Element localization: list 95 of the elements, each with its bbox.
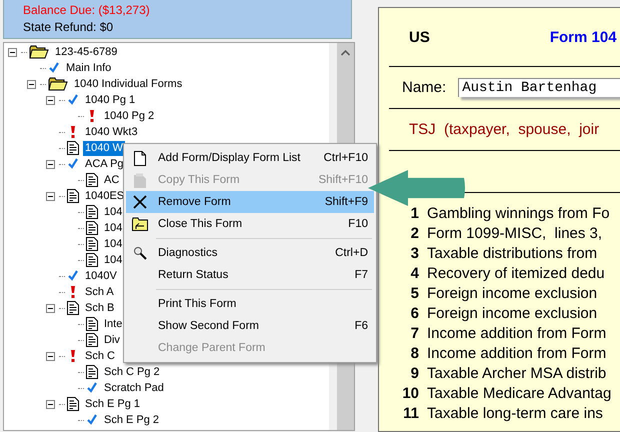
- tree-item[interactable]: 1040 Pg 1: [83, 92, 138, 108]
- line-text: Recovery of itemized dedu: [427, 264, 605, 282]
- tree-item[interactable]: Scratch Pad: [102, 380, 166, 396]
- folder-icon: [29, 45, 49, 59]
- name-label: Name:: [402, 79, 446, 96]
- tree-item[interactable]: Sch C Pg 2: [102, 364, 162, 380]
- line-text: Gambling winnings from Fo: [427, 204, 610, 222]
- tree-item[interactable]: ACA Pg: [83, 156, 126, 172]
- collapse-toggle-icon[interactable]: [46, 400, 55, 408]
- line-text: Taxable Medicare Advantag: [427, 384, 612, 402]
- checkmark-icon: [86, 382, 98, 394]
- tree-item[interactable]: 1040ES: [83, 188, 126, 204]
- line-number: 6: [410, 304, 419, 322]
- document-icon: [86, 205, 98, 219]
- document-icon: [86, 173, 98, 187]
- menu-item[interactable]: Return Status F7: [126, 264, 374, 286]
- line-text: Foreign income exclusion: [427, 284, 598, 302]
- tree-item[interactable]: AC: [102, 172, 122, 188]
- collapse-toggle-icon[interactable]: [46, 192, 55, 200]
- checkmark-icon: [86, 414, 98, 426]
- document-icon: [67, 189, 79, 203]
- checkmark-icon: [67, 270, 79, 282]
- balance-due-text: Balance Due: ($13,273): [23, 2, 150, 19]
- menu-item[interactable]: Diagnostics Ctrl+D: [126, 242, 374, 264]
- collapse-toggle-icon[interactable]: [8, 48, 17, 56]
- name-field[interactable]: Austin Bartenhag: [458, 78, 620, 97]
- tree-item[interactable]: Sch E Pg 1: [83, 396, 142, 412]
- tree-item[interactable]: 104: [102, 252, 124, 268]
- line-text: Taxable distributions from: [427, 244, 598, 262]
- checkmark-icon: [67, 94, 79, 106]
- pointer-arrow-icon: [368, 170, 466, 206]
- page-icon: [134, 150, 146, 166]
- tree-item[interactable]: Inte: [102, 316, 124, 332]
- tree-item[interactable]: 1040V: [83, 268, 119, 284]
- tree-item[interactable]: Sch B: [83, 300, 116, 316]
- document-icon: [86, 333, 98, 347]
- tree-item[interactable]: Div: [102, 332, 122, 348]
- collapse-toggle-icon[interactable]: [46, 352, 55, 360]
- document-icon: [86, 237, 98, 251]
- state-refund-text: State Refund: $0: [23, 19, 114, 36]
- line-number: 2: [410, 224, 419, 242]
- country-label: US: [409, 28, 430, 46]
- line-number: 9: [410, 364, 419, 382]
- menu-item[interactable]: Add Form/Display Form List Ctrl+F10: [126, 147, 374, 169]
- tree-item[interactable]: Sch A: [83, 284, 116, 300]
- tree-item[interactable]: 104: [102, 220, 124, 236]
- checkmark-icon: [48, 62, 60, 74]
- menu-item[interactable]: Print This Form: [126, 293, 374, 315]
- tree-item[interactable]: 104: [102, 204, 124, 220]
- tree-item[interactable]: 123-45-6789: [53, 44, 120, 60]
- tree-item[interactable]: 1040 Wkt3: [83, 124, 140, 140]
- folder-icon: [48, 77, 68, 91]
- menu-item[interactable]: Close This Form F10: [126, 213, 374, 235]
- tree-item[interactable]: Sch E Pg 2: [102, 412, 162, 428]
- tree-item[interactable]: 1040 Pg 2: [102, 108, 156, 124]
- line-number: 10: [401, 384, 419, 402]
- checkmark-icon: [67, 158, 79, 170]
- line-number: 8: [410, 344, 419, 362]
- line-number: 5: [410, 284, 419, 302]
- tree-item[interactable]: Main Info: [64, 60, 114, 76]
- tree-item[interactable]: 1040 Individual Forms: [72, 76, 184, 92]
- tree-item[interactable]: Sch C: [83, 348, 117, 364]
- collapse-toggle-icon[interactable]: [46, 304, 55, 312]
- collapse-toggle-icon[interactable]: [46, 96, 55, 104]
- line-text: Form 1099-MISC, lines 3,: [427, 224, 602, 242]
- folder-arrow-icon: [132, 217, 148, 231]
- tree-item[interactable]: 1040 W: [83, 140, 125, 156]
- line-text: Taxable long-term care ins: [427, 404, 603, 422]
- collapse-toggle-icon[interactable]: [46, 160, 55, 168]
- collapse-toggle-icon[interactable]: [27, 80, 36, 88]
- line-text: Taxable Archer MSA distrib: [427, 364, 606, 382]
- magnifier-icon: [133, 246, 147, 260]
- menu-item[interactable]: Remove Form Shift+F9: [126, 191, 374, 213]
- document-icon: [67, 397, 79, 411]
- copy-icon: [134, 172, 146, 188]
- filer-note: TSJ (taxpayer, spouse, joir: [409, 121, 600, 138]
- document-icon: [86, 317, 98, 331]
- line-number: 7: [410, 324, 419, 342]
- line-text: Income addition from Form: [427, 344, 606, 362]
- close-icon: [133, 195, 147, 209]
- menu-item[interactable]: Show Second Form F6: [126, 315, 374, 337]
- form-title: Form 104: [550, 28, 617, 46]
- line-text: Foreign income exclusion: [427, 304, 598, 322]
- document-icon: [67, 301, 79, 315]
- line-number: 1: [410, 204, 419, 222]
- line-text: Income addition from Form: [427, 324, 606, 342]
- document-icon: [86, 221, 98, 235]
- document-icon: [86, 253, 98, 267]
- scroll-up-icon[interactable]: [341, 50, 350, 56]
- line-number: 4: [410, 264, 419, 282]
- document-icon: [86, 365, 98, 379]
- line-number: 11: [402, 404, 419, 422]
- document-icon: [67, 141, 79, 155]
- tree-item[interactable]: 104: [102, 236, 124, 252]
- line-number: 3: [410, 244, 419, 262]
